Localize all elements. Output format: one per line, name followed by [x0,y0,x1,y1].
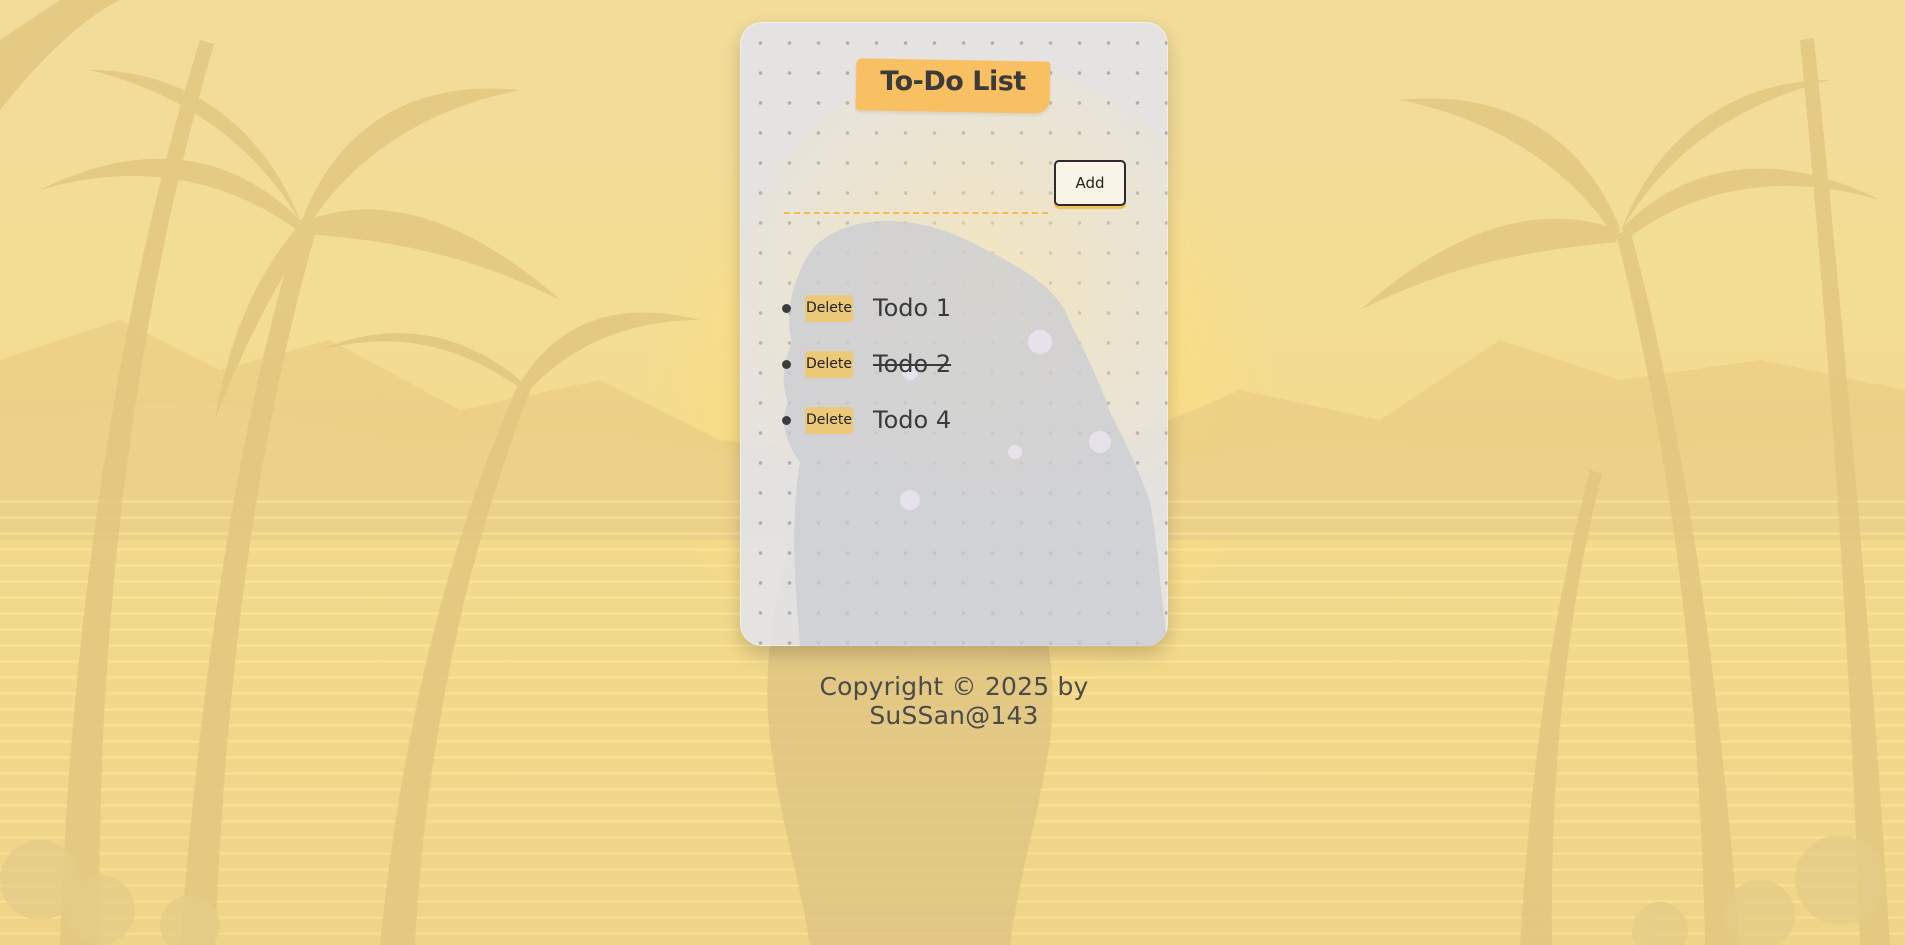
todo-card: To-Do List Add Delete Todo 1 Delete Todo… [740,22,1168,646]
todo-text[interactable]: Todo 4 [873,406,951,434]
todo-text[interactable]: Todo 1 [873,294,951,322]
bullet-icon [782,359,791,369]
todo-text[interactable]: Todo 2 [873,350,951,378]
todo-input[interactable] [784,182,1048,214]
list-item: Delete Todo 1 [780,280,1140,336]
palm-tree-left [0,0,700,945]
copyright-footer: Copyright © 2025 by SuSSan@143 [819,672,1089,730]
delete-button[interactable]: Delete [805,350,853,378]
list-item: Delete Todo 2 [780,336,1140,392]
add-button[interactable]: Add [1054,160,1126,206]
todo-list: Delete Todo 1 Delete Todo 2 Delete Todo … [780,280,1140,448]
delete-button[interactable]: Delete [805,294,853,322]
list-item: Delete Todo 4 [780,392,1140,448]
page-title: To-Do List [880,66,1026,97]
delete-button[interactable]: Delete [805,406,853,434]
bullet-icon [782,415,791,425]
palm-tree-right [1360,38,1890,945]
bullet-icon [782,303,791,313]
